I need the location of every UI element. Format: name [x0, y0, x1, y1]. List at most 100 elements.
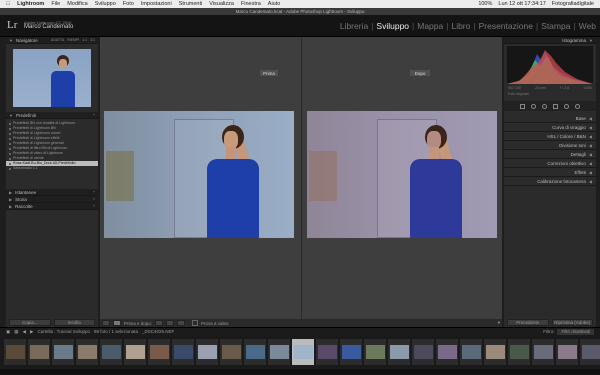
navigator-header[interactable]: ▼ Navigatore ADATTA RIEMPI 1:1 3:1: [6, 37, 98, 44]
adjustment-brush-icon[interactable]: [575, 103, 580, 109]
paste-button[interactable]: Incolla: [53, 319, 95, 326]
expand-triangle-icon: ◀: [588, 178, 592, 184]
before-after-view-button[interactable]: [113, 320, 121, 326]
source-label[interactable]: Cartella : Tutorial Sviluppo: [37, 329, 90, 334]
menu-foto[interactable]: Foto: [123, 1, 134, 7]
filter-select[interactable]: Filtri disattivati: [557, 328, 594, 335]
filmstrip-thumb[interactable]: [340, 339, 362, 365]
zoom-fit[interactable]: ADATTA: [51, 38, 64, 42]
filmstrip-thumb[interactable]: [124, 339, 146, 365]
filmstrip-thumb[interactable]: [412, 339, 434, 365]
second-window-icon[interactable]: ▣: [6, 329, 10, 335]
snapshots-header[interactable]: ▶ Istantanee +: [6, 189, 98, 196]
original-photo-toggle[interactable]: Foto originale: [504, 90, 596, 98]
section-effects[interactable]: Effetti ◀: [504, 168, 596, 177]
filmstrip-thumb[interactable]: [364, 339, 386, 365]
section-base[interactable]: Base ◀: [504, 114, 596, 123]
section-camera-calibration[interactable]: Calibrazione fotocamera ◀: [504, 177, 596, 186]
filmstrip-thumb[interactable]: [52, 339, 74, 365]
zoom-1-1[interactable]: 1:1: [82, 38, 87, 42]
menu-finestra[interactable]: Finestra: [241, 1, 261, 7]
red-eye-icon[interactable]: [542, 103, 547, 109]
soft-proof-checkbox[interactable]: [192, 320, 199, 326]
filmstrip-thumb[interactable]: [556, 339, 578, 365]
crop-tool-icon[interactable]: [520, 103, 525, 109]
graduated-filter-icon[interactable]: [553, 103, 558, 109]
section-tone-curve[interactable]: Curva di viraggio ◀: [504, 123, 596, 132]
filmstrip-thumb[interactable]: [100, 339, 122, 365]
add-snapshot-icon[interactable]: +: [93, 190, 95, 194]
section-lens-corrections[interactable]: Correzioni obiettivo ◀: [504, 159, 596, 168]
menu-app[interactable]: Lightroom: [17, 1, 44, 7]
history-header[interactable]: ▶ Storia ×: [6, 196, 98, 203]
zoom-fill[interactable]: RIEMPI: [67, 38, 79, 42]
module-mappa[interactable]: Mappa: [417, 21, 443, 31]
presets-header[interactable]: ▼ Predefiniti +: [6, 112, 98, 119]
toolbar-menu-icon[interactable]: ▾: [498, 320, 500, 326]
filmstrip-thumb[interactable]: [28, 339, 50, 365]
reset-button[interactable]: Ripristina (Adobe): [551, 319, 593, 326]
filmstrip-thumb[interactable]: [268, 339, 290, 365]
module-libreria[interactable]: Libreria: [340, 21, 368, 31]
view-toolbar: Prima e dopo: Prova a video ▾: [100, 319, 502, 327]
filmstrip-thumb[interactable]: [580, 339, 600, 365]
filmstrip-thumb[interactable]: [532, 339, 554, 365]
grid-view-icon[interactable]: ▦: [14, 329, 18, 335]
module-libro[interactable]: Libro: [451, 21, 470, 31]
zoom-3-1[interactable]: 3:1: [90, 38, 95, 42]
preset-item[interactable]: Selezionato 1.1: [6, 166, 98, 171]
menu-visualizza[interactable]: Visualizza: [209, 1, 234, 7]
back-arrow-icon[interactable]: ◀: [23, 329, 26, 335]
filmstrip-thumb-selected[interactable]: [292, 339, 314, 365]
filmstrip-thumb[interactable]: [172, 339, 194, 365]
filmstrip-thumb[interactable]: [76, 339, 98, 365]
expand-triangle-icon: ◀: [588, 151, 592, 157]
copy-before-to-after-button[interactable]: [155, 320, 164, 326]
navigator-preview[interactable]: [13, 49, 91, 107]
copy-button[interactable]: Copia...: [9, 319, 51, 326]
loupe-view-button[interactable]: [102, 320, 110, 326]
collections-header[interactable]: ▶ Raccolte +: [6, 203, 98, 210]
module-sviluppo[interactable]: Sviluppo: [376, 21, 409, 31]
filmstrip-thumb[interactable]: [4, 339, 26, 365]
module-web[interactable]: Web: [579, 21, 596, 31]
add-collection-icon[interactable]: +: [93, 204, 95, 208]
apple-icon[interactable]: : [6, 1, 10, 7]
histogram-header[interactable]: Istogramma ▼: [504, 37, 596, 44]
module-presentazione[interactable]: Presentazione: [479, 21, 533, 31]
account-name[interactable]: Fotografiadigitale: [552, 1, 594, 7]
filmstrip-thumb[interactable]: [460, 339, 482, 365]
thumb-image: [29, 345, 49, 359]
filmstrip-thumb[interactable]: [436, 339, 458, 365]
copy-after-to-before-button[interactable]: [166, 320, 175, 326]
menu-file[interactable]: File: [51, 1, 60, 7]
filmstrip-thumb[interactable]: [484, 339, 506, 365]
section-detail[interactable]: Dettagli ◀: [504, 150, 596, 159]
filmstrip-thumb[interactable]: [508, 339, 530, 365]
section-split-toning[interactable]: Divisione toni ◀: [504, 141, 596, 150]
after-photo[interactable]: [307, 111, 497, 238]
menu-aiuto[interactable]: Aiuto: [268, 1, 281, 7]
before-photo[interactable]: [104, 111, 294, 238]
clear-history-icon[interactable]: ×: [93, 197, 95, 201]
spot-removal-icon[interactable]: [531, 103, 536, 109]
menu-strumenti[interactable]: Strumenti: [179, 1, 203, 7]
menu-modifica[interactable]: Modifica: [67, 1, 87, 7]
menu-impostazioni[interactable]: Impostazioni: [141, 1, 172, 7]
filmstrip-thumb[interactable]: [316, 339, 338, 365]
filmstrip-thumb[interactable]: [388, 339, 410, 365]
lightroom-logo: Lr: [7, 19, 18, 31]
menu-sviluppo[interactable]: Sviluppo: [95, 1, 116, 7]
filmstrip-thumb[interactable]: [196, 339, 218, 365]
module-stampa[interactable]: Stampa: [541, 21, 570, 31]
filmstrip-thumb[interactable]: [148, 339, 170, 365]
add-preset-icon[interactable]: +: [93, 113, 95, 117]
previous-button[interactable]: Precedente: [507, 319, 549, 326]
filmstrip-thumb[interactable]: [244, 339, 266, 365]
forward-arrow-icon[interactable]: ▶: [30, 329, 33, 335]
section-hsl[interactable]: HSL / Colore / B&N ◀: [504, 132, 596, 141]
swap-button[interactable]: [177, 320, 186, 326]
radial-filter-icon[interactable]: [564, 103, 569, 109]
filmstrip-thumb[interactable]: [220, 339, 242, 365]
histogram[interactable]: [507, 46, 593, 84]
